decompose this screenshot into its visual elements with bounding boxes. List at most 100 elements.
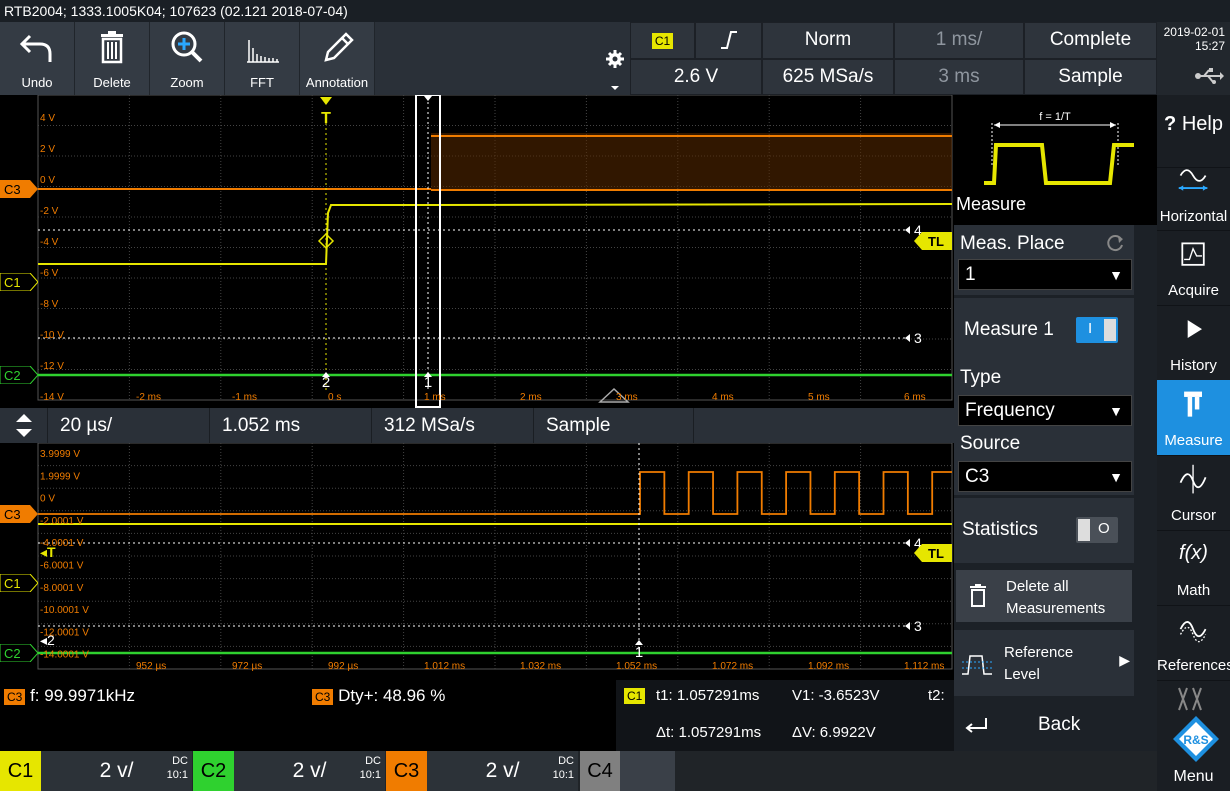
result-duty-source: C3 [312, 689, 334, 705]
chevron-down-icon: ▼ [1109, 267, 1123, 283]
cursor-results[interactable]: C1 t1: 1.057291ms V1: -3.6523V t2: Δt: 1… [616, 680, 954, 751]
window-title: RTB2004; 1333.1005K04; 107623 (02.121 20… [0, 0, 1230, 22]
zoom-tl-label: TL [928, 546, 944, 561]
channel-c1-button[interactable]: C1 2 v/ DC 10:1 [0, 751, 193, 791]
acquire-button[interactable]: Acquire [1157, 230, 1230, 306]
zoom-cursor-1-label[interactable]: 1 [635, 644, 643, 661]
channel-c2-button[interactable]: C2 2 v/ DC 10:1 [193, 751, 386, 791]
x-tick-label: 5 ms [808, 392, 830, 403]
measure-title: Measure [956, 194, 1027, 214]
pencil-icon [324, 32, 354, 62]
clock-date: 2019-02-01 [1163, 25, 1225, 39]
reference-level-button[interactable]: Reference Level ▶ [954, 630, 1134, 696]
zoom-c3-offset-marker[interactable]: C3 [0, 505, 38, 523]
meas-place-group: Meas. Place 1 ▼ [954, 225, 1134, 295]
y-tick-label: -4 V [40, 237, 59, 248]
history-button[interactable]: History [1157, 305, 1230, 381]
channel-c4-button[interactable]: C4 [580, 751, 675, 791]
zoom-ref-3-arrow-icon [905, 622, 910, 630]
trigger-level[interactable]: 2.6 V [630, 59, 762, 95]
main-waveform-display[interactable]: T 2 1 4 3 TL 4 V2 V0 V -2 V -4 V -6 V -8 V -1… [0, 94, 954, 408]
y-tick-label: -12.0001 V [40, 627, 89, 638]
reference-level-icon [962, 655, 992, 675]
c3-offset-marker[interactable]: C3 [0, 180, 38, 198]
measurement-results: C3 f: 99.9971kHz C3 Dty+: 48.96 % C1 t1:… [0, 680, 954, 751]
statistics-label: Statistics [962, 519, 1039, 540]
channel-c3-button[interactable]: C3 2 v/ DC 10:1 [386, 751, 579, 791]
sample-rate[interactable]: 625 MSa/s [762, 59, 894, 95]
acquisition-state[interactable]: Complete [1024, 22, 1157, 59]
cursor-source-badge: C1 [624, 688, 646, 704]
zoom-ref-4-arrow-icon [905, 539, 910, 547]
x-tick-label: 952 µs [136, 661, 166, 672]
delete-button[interactable]: Delete [75, 22, 150, 95]
result-duty-cycle[interactable]: C3 Dty+: 48.96 % [312, 686, 445, 706]
chevron-down-icon: ▼ [1109, 403, 1123, 419]
measure-diagram: f = 1/T Measure [954, 95, 1157, 225]
type-group: Type Frequency ▼ [954, 363, 1134, 429]
zoom-button[interactable]: Zoom [150, 22, 225, 95]
source-select[interactable]: C3 ▼ [958, 461, 1132, 492]
zoom-c2-offset-marker[interactable]: C2 [0, 644, 38, 662]
chevron-right-icon: ▶ [1119, 652, 1130, 668]
cursor-icon [1179, 464, 1207, 494]
zoom-position[interactable]: 1.052 ms [210, 408, 372, 443]
settings-button[interactable] [600, 22, 630, 95]
trigger-marker[interactable]: T [321, 110, 331, 127]
statistics-toggle[interactable]: O [1076, 517, 1118, 543]
zoom-marker-arrow-icon [424, 96, 432, 101]
svg-text:C1: C1 [4, 576, 21, 591]
references-icon [1179, 621, 1207, 643]
acquisition-mode[interactable]: Sample [1024, 59, 1157, 95]
measure-menu-button[interactable]: Measure [1157, 380, 1230, 456]
fft-button[interactable]: FFT [225, 22, 300, 95]
zoom-resize-handle[interactable] [0, 408, 48, 443]
zoom-acq-mode: Sample [534, 408, 694, 443]
y-tick-label: -4.0001 V [40, 538, 84, 549]
type-select[interactable]: Frequency ▼ [958, 395, 1132, 426]
trigger-slope-cell[interactable] [695, 22, 762, 59]
zoom-grid [37, 442, 953, 670]
references-button[interactable]: References [1157, 605, 1230, 681]
math-button[interactable]: f(x) Math [1157, 530, 1230, 606]
delete-all-measurements-button[interactable]: Delete all Measurements [956, 570, 1132, 622]
result-duty-value: Dty+: 48.96 % [338, 686, 446, 705]
c1-offset-marker[interactable]: C1 [0, 273, 38, 291]
horizontal-position[interactable]: 3 ms [894, 59, 1024, 95]
back-button[interactable]: Back [954, 700, 1134, 748]
up-down-arrows-icon [16, 414, 32, 437]
back-arrow-icon [965, 718, 987, 733]
zoom-waveform-display[interactable]: 1 ◂T ◂2 4 3 TL 3.9999 V 1.9999 V0 V -2.000… [0, 442, 954, 680]
trigger-source-badge: C1 [651, 33, 674, 49]
zoom-timebase[interactable]: 20 µs/ [48, 408, 210, 443]
c2-tag: C2 [193, 751, 234, 791]
source-group: Source C3 ▼ [954, 429, 1134, 495]
frequency-diagram-icon: f = 1/T [984, 111, 1134, 185]
y-tick-label: -8 V [40, 299, 59, 310]
result-frequency[interactable]: C3 f: 99.9971kHz [4, 686, 135, 706]
zoom-c1-offset-marker[interactable]: C1 [0, 574, 38, 592]
c2-offset-marker[interactable]: C2 [0, 366, 38, 384]
clock-time: 15:27 [1194, 39, 1225, 53]
trigger-source-cell[interactable]: C1 [630, 22, 695, 59]
y-tick-label: -2.0001 V [40, 516, 84, 527]
toolbar: Undo Delete Zoom FFT Annotation [0, 22, 600, 95]
menu-button[interactable]: R&S Menu [1157, 680, 1230, 791]
x-tick-label: 1.032 ms [520, 661, 561, 672]
timebase-scale[interactable]: 1 ms/ [894, 22, 1024, 59]
acquire-icon [1181, 242, 1205, 266]
result-frequency-source: C3 [4, 689, 26, 705]
x-tick-label: 972 µs [232, 661, 262, 672]
annotation-button[interactable]: Annotation [300, 22, 375, 95]
horizontal-button[interactable]: Horizontal [1157, 155, 1230, 231]
cursor-button[interactable]: Cursor [1157, 455, 1230, 531]
main-x-axis-labels: -2 ms -1 ms 0 s 1 ms 2 ms 3 ms 4 ms 5 ms 6 ms [136, 392, 926, 403]
trigger-mode[interactable]: Norm [762, 22, 894, 59]
meas-place-select[interactable]: 1 ▼ [958, 259, 1132, 290]
y-tick-label: -6 V [40, 268, 59, 279]
y-tick-label: -12 V [40, 361, 64, 372]
undo-button[interactable]: Undo [0, 22, 75, 95]
measure-1-toggle[interactable]: I [1076, 317, 1118, 343]
y-tick-label: -10 V [40, 330, 64, 341]
fft-spectrum-icon [247, 40, 279, 63]
